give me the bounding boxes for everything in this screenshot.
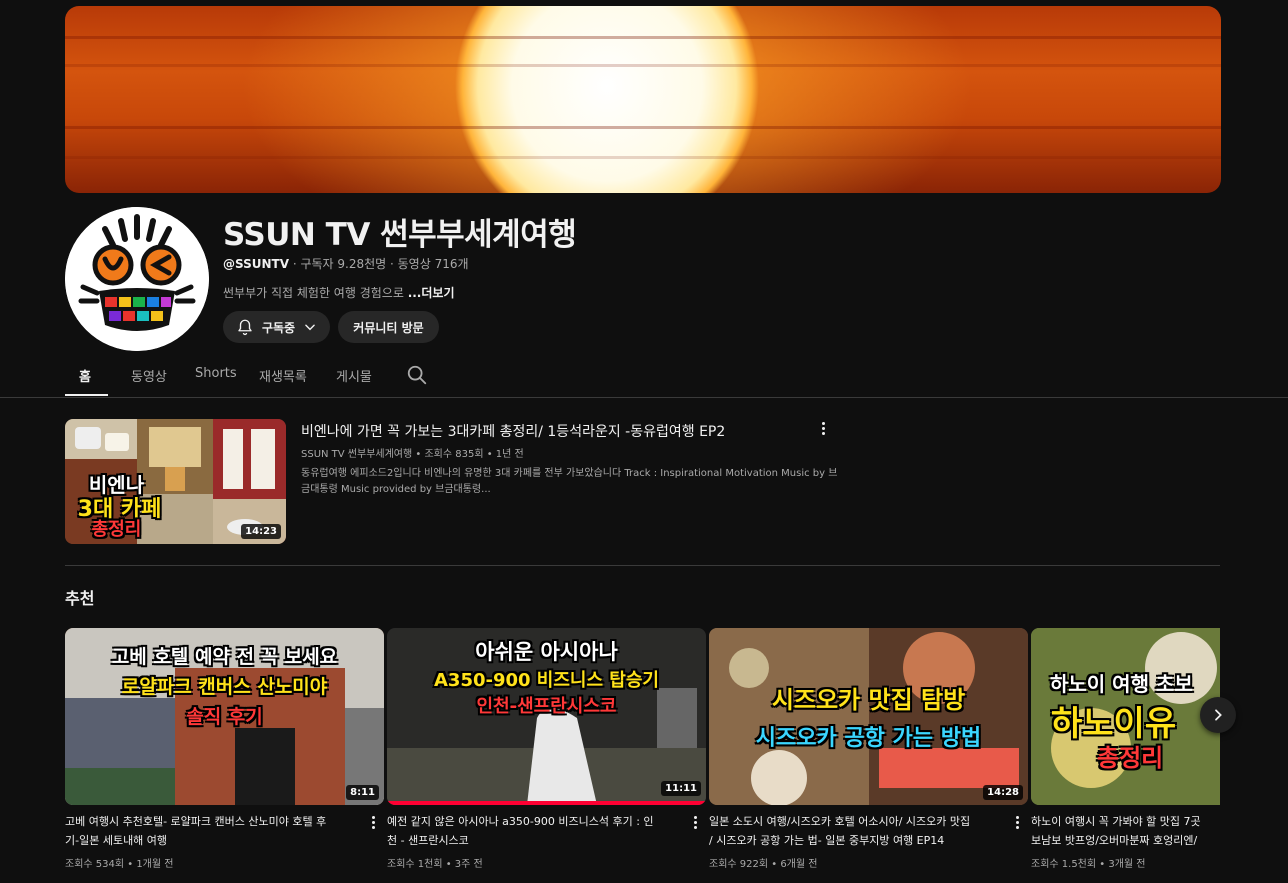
duration-badge: 14:23 — [241, 524, 281, 539]
channel-tabs: 홈 동영상 Shorts 재생목록 게시물 — [0, 356, 1288, 398]
active-tab-indicator — [65, 394, 108, 396]
channel-banner — [65, 6, 1221, 193]
tab-playlists[interactable]: 재생목록 — [259, 366, 307, 385]
card-thumb-line-1: 고베 호텔 예약 전 꼭 보세요 — [111, 646, 338, 668]
subscribed-button[interactable]: 구독중 — [223, 311, 330, 343]
card-title-line-1: 하노이 여행시 꼭 가봐야 할 맛집 7곳 — [1031, 815, 1201, 828]
avatar-logo-icon — [65, 207, 209, 351]
video-card-title[interactable]: 일본 소도시 여행/시즈오카 호텔 어소시아/ 시즈오카 맛집 / 시즈오카 공항… — [709, 812, 1014, 850]
video-card-meta: 조회수 534회 • 1개월 전 — [65, 859, 174, 870]
kebab-icon[interactable] — [815, 418, 831, 438]
bell-icon — [238, 319, 252, 336]
kebab-icon[interactable] — [1009, 812, 1025, 832]
duration-badge: 14:28 — [983, 785, 1023, 800]
channel-meta: @SSUNTV · 구독자 9.28천명 · 동영상 716개 — [223, 255, 469, 272]
card-thumb-line-2: A350-900 비즈니스 탑승기 — [433, 670, 659, 691]
channel-description[interactable]: 썬부부가 직접 체험한 여행 경험으로 ...더보기 — [223, 284, 454, 301]
subscribed-label: 구독중 — [261, 320, 296, 335]
video-card-thumbnail[interactable]: 아쉬운 아시아나 A350-900 비즈니스 탑승기 인천-샌프란시스코 11:… — [387, 628, 706, 805]
tab-shorts[interactable]: Shorts — [195, 366, 237, 381]
channel-handle: @SSUNTV — [223, 257, 290, 271]
chevron-right-icon — [1215, 709, 1222, 721]
video-card-title[interactable]: 고베 여행시 추천호텔- 로얄파크 캔버스 산노미야 호텔 후기-일본 세토내해… — [65, 812, 370, 850]
card-thumbnail-image — [709, 628, 1028, 805]
card-thumb-line-1: 시즈오카 맛집 탐방 — [771, 686, 966, 714]
card-thumb-line-1: 하노이 여행 초보 — [1050, 672, 1193, 696]
tab-videos[interactable]: 동영상 — [131, 366, 167, 385]
community-button[interactable]: 커뮤니티 방문 — [338, 311, 439, 343]
card-title-line-1: 예전 같지 않은 아시아나 a350-900 비즈니스석 후기 : 인 — [387, 815, 654, 828]
video-card-thumbnail[interactable]: 고베 호텔 예약 전 꼭 보세요 로얄파크 캔버스 산노미야 솔직 후기 8:1… — [65, 628, 384, 805]
card-title-line-1: 고베 여행시 추천호텔- 로얄파크 캔버스 산노미야 호텔 후 — [65, 815, 327, 828]
video-card-thumbnail[interactable]: 하노이 여행 초보 하노이유 총정리 — [1031, 628, 1220, 805]
chevron-down-icon — [305, 324, 315, 331]
video-card-title[interactable]: 하노이 여행시 꼭 가봐야 할 맛집 7곳보남보 밧프엉/오버마분짜 호엉리엔/ — [1031, 812, 1220, 850]
duration-badge: 8:11 — [346, 785, 379, 800]
watch-progress-bar — [387, 801, 706, 805]
channel-avatar[interactable] — [65, 207, 209, 351]
duration-badge: 11:11 — [661, 781, 701, 796]
card-thumb-line-2: 시즈오카 공항 가는 방법 — [755, 726, 982, 751]
search-icon[interactable] — [406, 364, 428, 386]
tab-posts[interactable]: 게시물 — [336, 366, 372, 385]
tab-home[interactable]: 홈 — [79, 366, 91, 385]
featured-video-meta: SSUN TV 썬부부세계여행 • 조회수 835회 • 1년 전 — [301, 449, 524, 460]
video-card-meta: 조회수 1.5천회 • 3개월 전 — [1031, 859, 1146, 870]
card-title-line-2: / 시즈오카 공항 가는 법- 일본 중부지방 여행 EP14 — [709, 834, 945, 847]
card-thumb-line-1: 아쉬운 아시아나 — [475, 640, 618, 664]
featured-video-thumbnail[interactable]: 비엔나 3대 카페 총정리 14:23 — [65, 419, 286, 544]
card-thumb-line-3: 총정리 — [1097, 744, 1164, 772]
featured-video-description: 동유럽여행 에피소드2입니다 비엔나의 유명한 3대 카페를 전부 가보았습니다… — [301, 468, 838, 495]
section-divider — [65, 565, 1220, 566]
video-card-meta: 조회수 1천회 • 3주 전 — [387, 859, 483, 870]
card-title-line-2: 천 - 샌프란시스코 — [387, 834, 469, 847]
card-title-line-2: 기-일본 세토내해 여행 — [65, 834, 168, 847]
card-thumb-line-2: 로얄파크 캔버스 산노미야 — [121, 676, 328, 698]
community-label: 커뮤니티 방문 — [353, 320, 424, 335]
video-card-meta: 조회수 922회 • 6개월 전 — [709, 859, 818, 870]
card-title-line-2: 보남보 밧프엉/오버마분짜 호엉리엔/ — [1031, 834, 1198, 847]
kebab-icon[interactable] — [365, 812, 381, 832]
video-card-thumbnail[interactable]: 시즈오카 맛집 탐방 시즈오카 공항 가는 방법 14:28 — [709, 628, 1028, 805]
channel-stats: · 구독자 9.28천명 · 동영상 716개 — [289, 257, 469, 271]
carousel-next-button[interactable] — [1200, 697, 1236, 733]
featured-video-title[interactable]: 비엔나에 가면 꼭 가보는 3대카페 총정리/ 1등석라운지 -동유럽여행 EP… — [301, 421, 725, 441]
channel-name: SSUN TV 썬부부세계여행 — [223, 217, 577, 253]
description-text: 썬부부가 직접 체험한 여행 경험으로 — [223, 286, 408, 300]
card-title-line-1: 일본 소도시 여행/시즈오카 호텔 어소시아/ 시즈오카 맛집 — [709, 815, 971, 828]
card-thumb-line-3: 인천-샌프란시스코 — [476, 696, 617, 717]
kebab-icon[interactable] — [687, 812, 703, 832]
video-card-title[interactable]: 예전 같지 않은 아시아나 a350-900 비즈니스석 후기 : 인천 - 샌… — [387, 812, 692, 850]
section-title: 추천 — [65, 589, 95, 608]
card-thumb-line-3: 솔직 후기 — [186, 706, 263, 728]
more-link[interactable]: ...더보기 — [408, 286, 455, 300]
